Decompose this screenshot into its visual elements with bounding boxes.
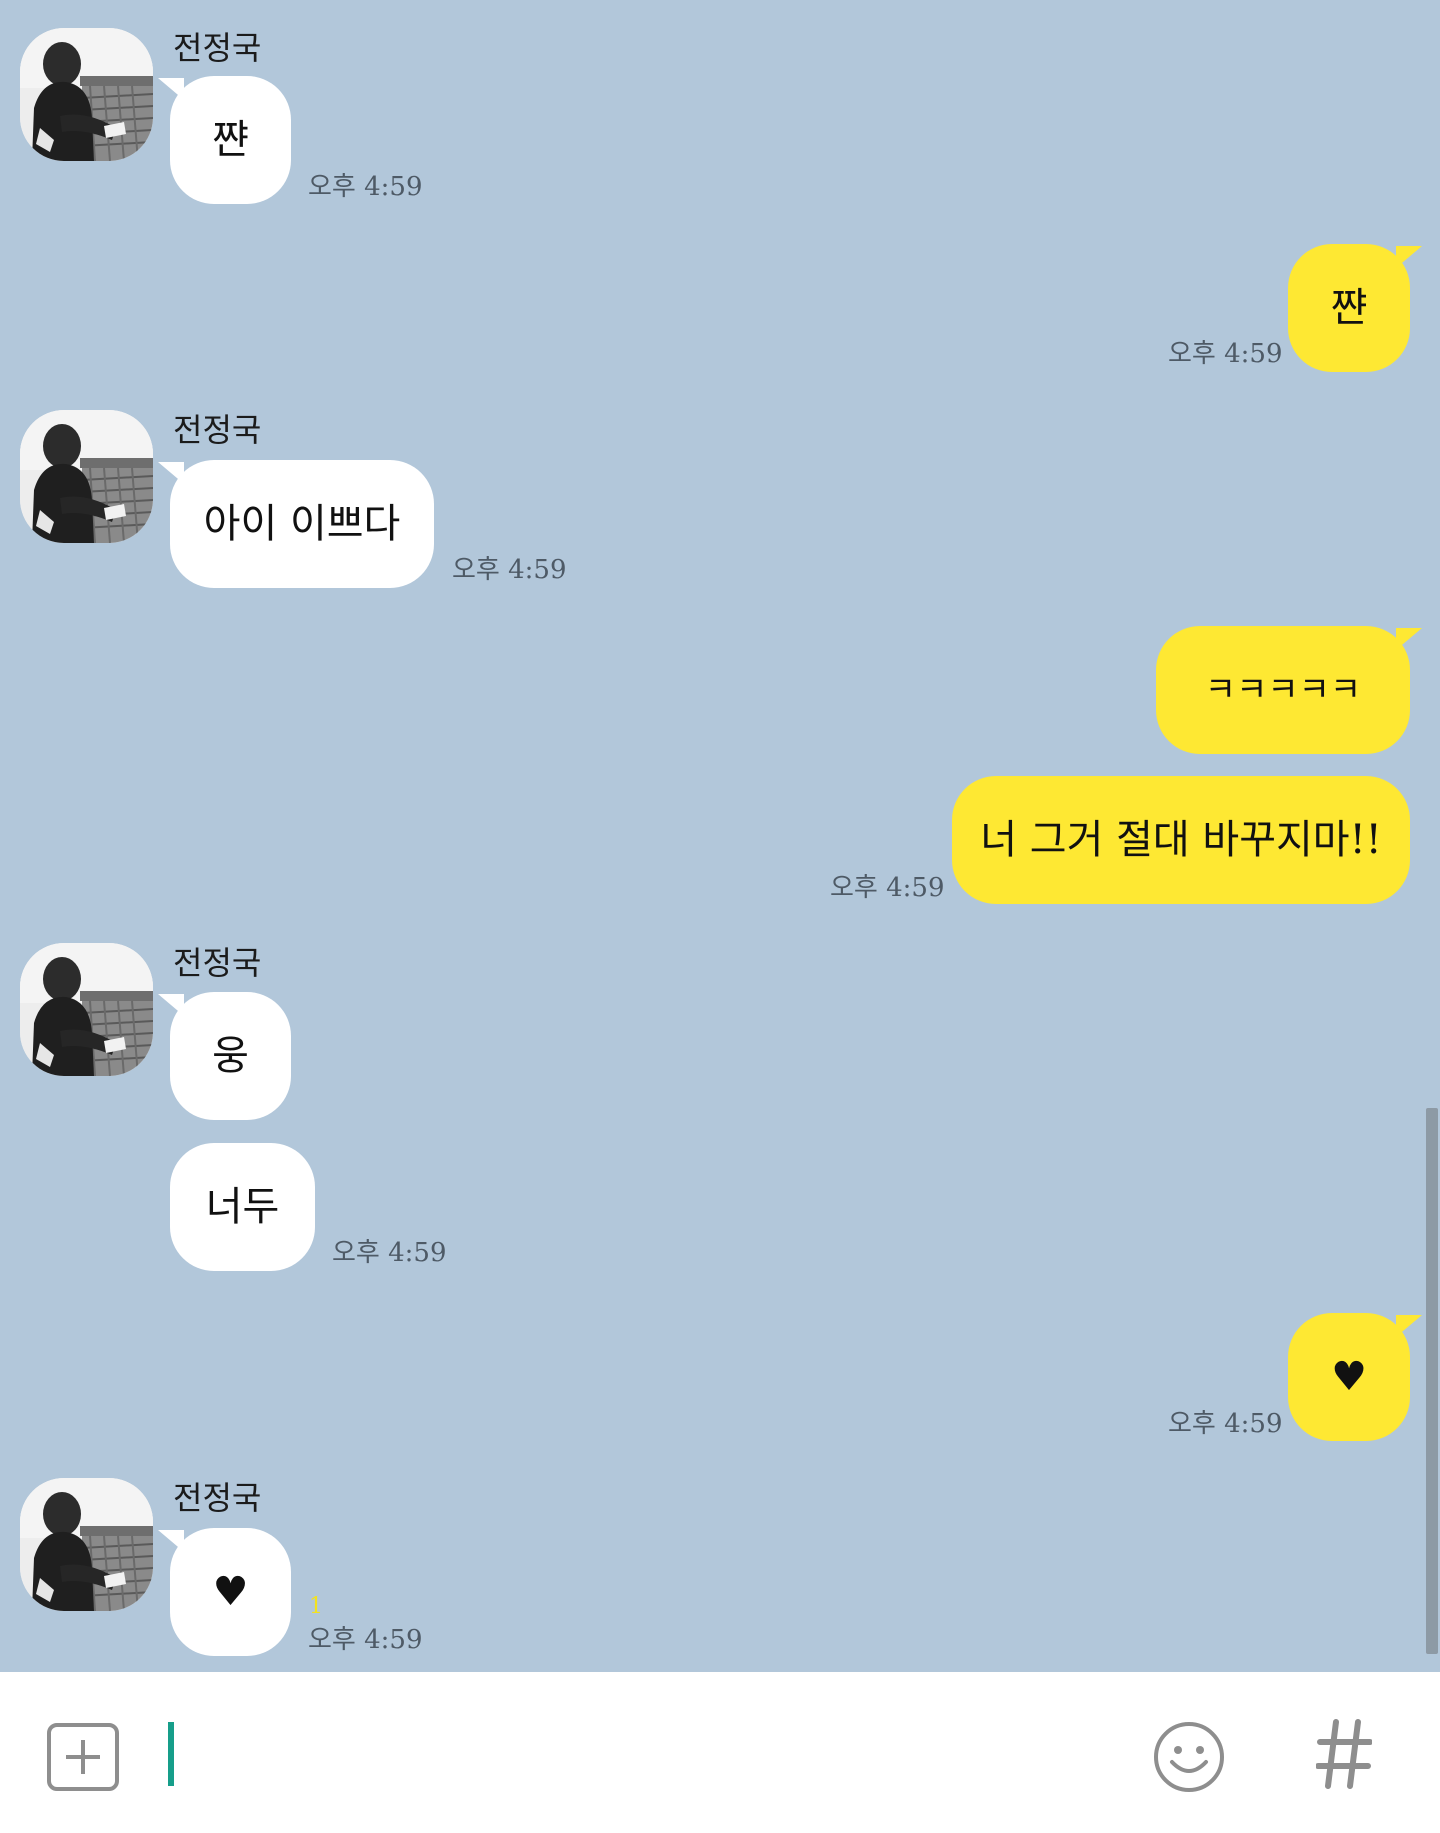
message-bubble-received[interactable]: ♥	[158, 1528, 291, 1656]
message-time: 오후 4:59	[308, 1625, 423, 1655]
sender-name: 전정국	[173, 29, 262, 67]
message-bubble-received[interactable]: 너두	[170, 1143, 315, 1271]
message-time: 오후 4:59	[452, 555, 567, 585]
message-input-bar	[0, 1672, 1440, 1833]
unread-count: 1	[309, 1594, 323, 1619]
scrollbar[interactable]	[1426, 1108, 1438, 1654]
message-time: 오후 4:59	[830, 873, 945, 903]
hash-icon[interactable]	[1315, 1716, 1373, 1792]
profile-photo	[20, 943, 153, 1076]
avatar[interactable]	[20, 28, 153, 161]
message-bubble-received[interactable]: 쨘	[158, 76, 291, 204]
message-bubble-sent[interactable]: 너 그거 절대 바꾸지마!!	[952, 776, 1410, 904]
message-time: 오후 4:59	[308, 172, 423, 202]
avatar[interactable]	[20, 410, 153, 543]
sender-name: 전정국	[173, 944, 262, 982]
avatar[interactable]	[20, 943, 153, 1076]
profile-photo	[20, 28, 153, 161]
message-time: 오후 4:59	[332, 1238, 447, 1268]
message-time: 오후 4:59	[1168, 339, 1283, 369]
profile-photo	[20, 410, 153, 543]
chat-area[interactable]: 전정국 쨘 오후 4:59 쨘 오후 4:59 전정국 아이 이쁘다 오후 4:…	[0, 0, 1440, 1672]
message-bubble-sent[interactable]: ♥	[1288, 1313, 1422, 1441]
message-bubble-received[interactable]: 웅	[158, 992, 291, 1120]
message-bubble-sent[interactable]: ㅋㅋㅋㅋㅋ	[1156, 626, 1422, 754]
message-input[interactable]	[180, 1712, 1124, 1794]
message-bubble-received[interactable]: 아이 이쁘다	[158, 460, 434, 588]
message-bubble-sent[interactable]: 쨘	[1288, 244, 1422, 372]
message-time: 오후 4:59	[1168, 1409, 1283, 1439]
text-cursor	[168, 1722, 174, 1786]
profile-photo	[20, 1478, 153, 1611]
emoticon-icon[interactable]	[1152, 1720, 1226, 1794]
sender-name: 전정국	[173, 1479, 262, 1517]
sender-name: 전정국	[173, 411, 262, 449]
plus-icon[interactable]	[47, 1723, 119, 1791]
avatar[interactable]	[20, 1478, 153, 1611]
